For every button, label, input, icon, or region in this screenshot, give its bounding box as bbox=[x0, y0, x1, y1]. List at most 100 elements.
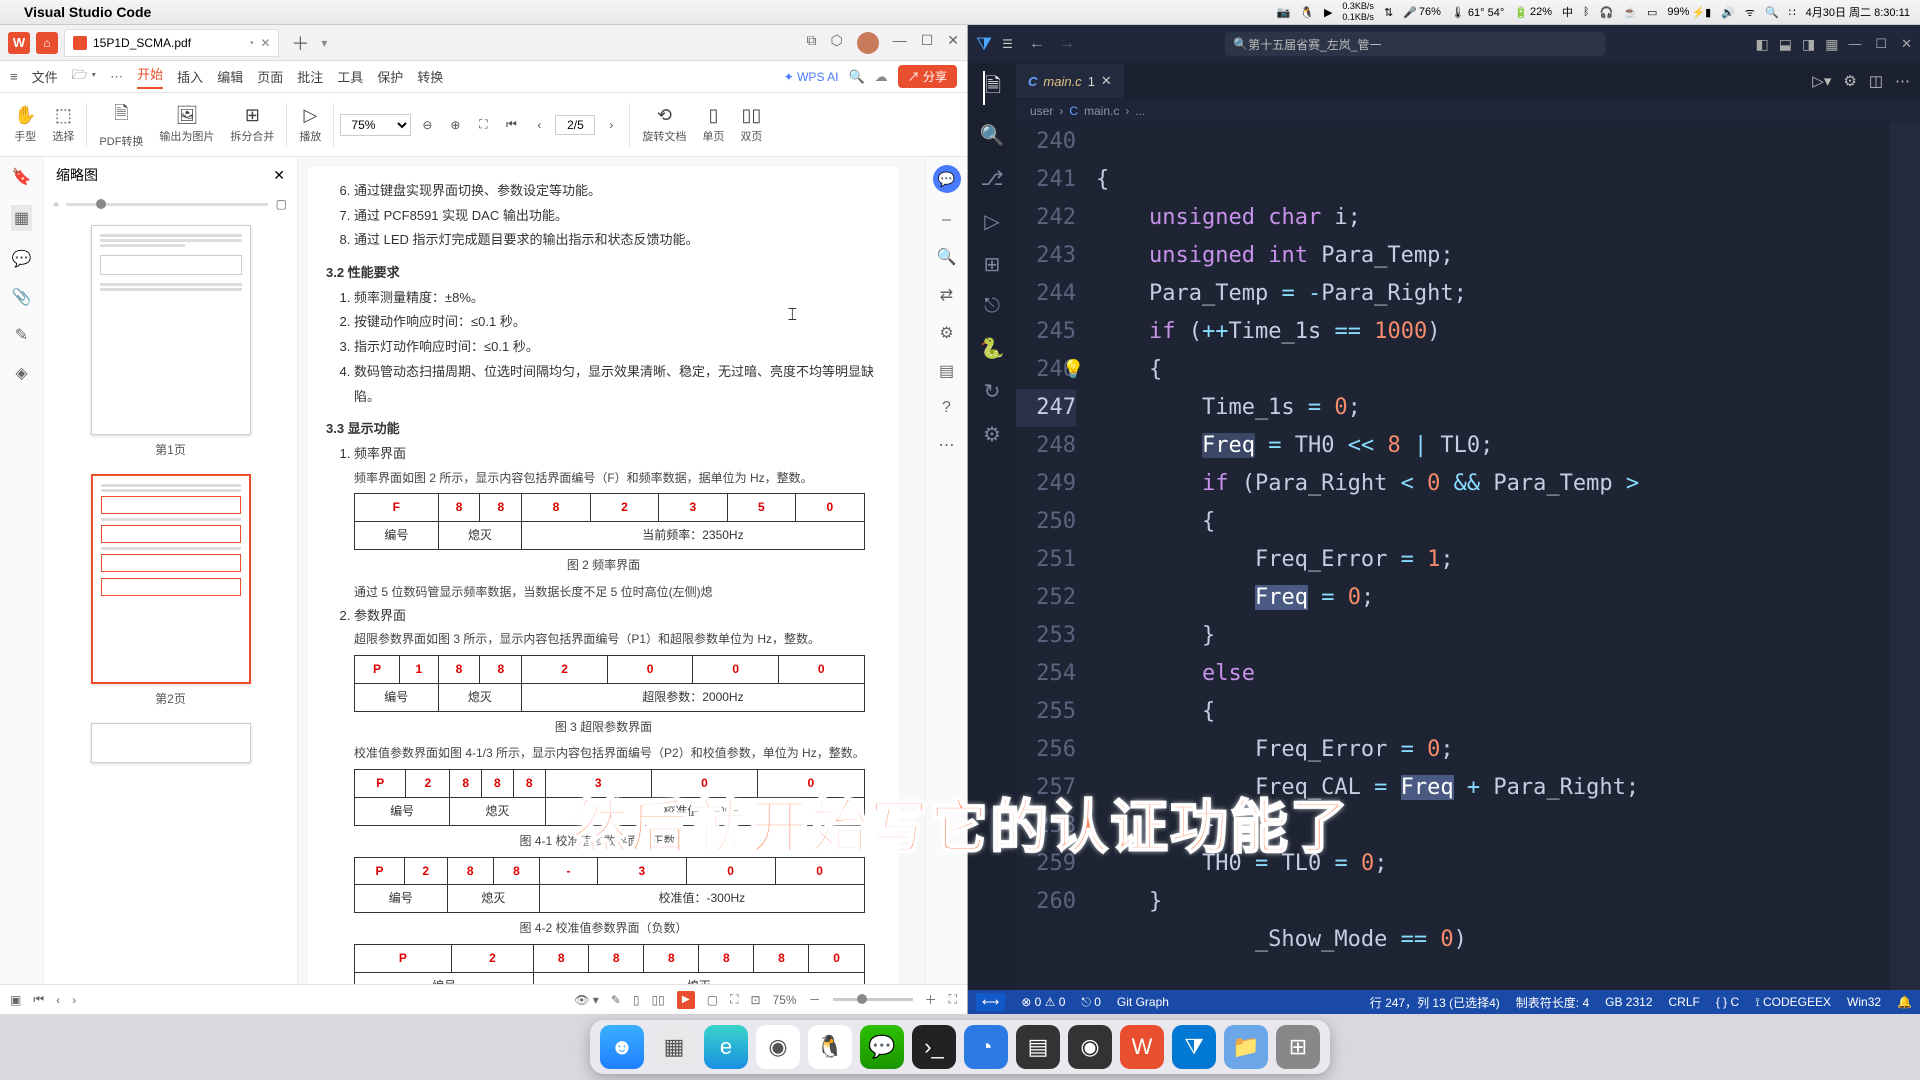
menu-start[interactable]: 开始 bbox=[137, 64, 163, 89]
wps-home-button[interactable]: ⌂ bbox=[36, 32, 58, 54]
editor-tab-main[interactable]: C main.c 1 ✕ bbox=[1016, 64, 1125, 98]
command-center[interactable]: 🔍 第十五届省赛_左岚_管一 bbox=[1225, 32, 1605, 56]
tab-close-button[interactable]: ✕ bbox=[1101, 73, 1112, 89]
zoom-in-button[interactable]: ⊕ bbox=[443, 113, 467, 137]
search-icon[interactable]: 🔍 bbox=[980, 123, 1005, 148]
battery-icon[interactable]: 🔋 22% bbox=[1514, 6, 1552, 19]
encoding-button[interactable]: GB 2312 bbox=[1605, 995, 1652, 1009]
restore-icon[interactable]: ⧉ bbox=[806, 32, 816, 54]
menu-convert[interactable]: 转换 bbox=[417, 67, 443, 86]
folder-icon[interactable]: 🗁 ▾ bbox=[72, 66, 97, 88]
display-icon[interactable]: ▭ bbox=[1647, 6, 1657, 19]
wps-ai-button[interactable]: ✦ WPS AI bbox=[784, 70, 839, 84]
mic-icon[interactable]: 🎤 76% bbox=[1403, 6, 1441, 19]
thumb-small-icon[interactable]: ▫ bbox=[54, 197, 58, 211]
sb-tool1-icon[interactable]: ▢ bbox=[707, 993, 718, 1007]
thumb-size-slider[interactable] bbox=[66, 203, 267, 206]
python-icon[interactable]: 🐍 bbox=[980, 336, 1005, 361]
run-button[interactable]: ▷▾ bbox=[1812, 72, 1831, 90]
tab-pin-icon[interactable]: ◔ bbox=[247, 36, 254, 50]
sb-prev-icon[interactable]: ‹ bbox=[56, 993, 60, 1007]
source-control-icon[interactable]: ⎇ bbox=[980, 166, 1003, 191]
tab-dropdown-icon[interactable]: ▾ bbox=[321, 36, 327, 50]
cloud-icon[interactable]: ☁ bbox=[875, 69, 888, 85]
settings-icon[interactable]: ⚙ bbox=[939, 323, 953, 343]
close-thumbnails-icon[interactable]: ✕ bbox=[273, 167, 285, 184]
pdf-convert[interactable]: 🗎PDF转换 bbox=[93, 101, 149, 149]
attachment-icon[interactable]: 📎 bbox=[12, 287, 32, 307]
dock-launchpad[interactable]: ▦ bbox=[652, 1025, 696, 1069]
sb-view1-icon[interactable]: ▯ bbox=[633, 993, 640, 1007]
camera-icon[interactable]: 📷 bbox=[1277, 6, 1291, 19]
layout-left-icon[interactable]: ◧ bbox=[1755, 36, 1768, 53]
sb-edit-icon[interactable]: ✎ bbox=[611, 993, 621, 1007]
bluetooth-icon[interactable]: ᛒ bbox=[1583, 6, 1590, 18]
ai-chat-button[interactable]: 💬 bbox=[933, 165, 961, 193]
temp-icon[interactable]: 🌡 61° 54° bbox=[1451, 6, 1504, 19]
dock-wps[interactable]: W bbox=[1120, 1025, 1164, 1069]
nav-back-button[interactable]: ← bbox=[1029, 35, 1045, 53]
more-icon[interactable]: ⋯ bbox=[110, 69, 123, 85]
os-label[interactable]: Win32 bbox=[1847, 995, 1881, 1009]
dock-qq[interactable]: 🐧 bbox=[808, 1025, 852, 1069]
split-editor-icon[interactable]: ◫ bbox=[1869, 72, 1883, 90]
dock-chrome[interactable]: ◉ bbox=[756, 1025, 800, 1069]
zoom-out-button[interactable]: ⊖ bbox=[415, 113, 439, 137]
bell-icon[interactable]: 🔔 bbox=[1897, 995, 1912, 1009]
wps-document-tab[interactable]: 15P1D_SCMA.pdf ◔ ✕ bbox=[64, 29, 279, 57]
breadcrumb[interactable]: user › C main.c › ... bbox=[1016, 99, 1920, 123]
sb-panel-icon[interactable]: ▣ bbox=[10, 993, 21, 1007]
play-icon[interactable]: ▶ bbox=[1324, 6, 1332, 19]
cube-icon[interactable]: ⬡ bbox=[830, 32, 842, 54]
select-tool[interactable]: ⬚选择 bbox=[46, 105, 80, 144]
ports-button[interactable]: ⎋ 0 bbox=[1081, 995, 1101, 1010]
teacup-icon[interactable]: ☕ bbox=[1623, 6, 1637, 19]
edit-icon[interactable]: ✎ bbox=[15, 325, 28, 345]
settings-gear-icon[interactable]: ⚙ bbox=[1843, 72, 1856, 90]
layout-grid-icon[interactable]: ▦ bbox=[1825, 36, 1838, 53]
layout-bottom-icon[interactable]: ⬓ bbox=[1779, 36, 1792, 53]
dock-folder[interactable]: 📁 bbox=[1224, 1025, 1268, 1069]
comment-icon[interactable]: 💬 bbox=[12, 249, 32, 269]
first-page-button[interactable]: ⏮ bbox=[499, 113, 523, 137]
lightbulb-icon[interactable]: 💡 bbox=[1062, 351, 1084, 389]
dock-app[interactable]: ⊞ bbox=[1276, 1025, 1320, 1069]
menu-icon[interactable]: ≡ bbox=[10, 69, 18, 84]
rotate-button[interactable]: ⟲旋转文档 bbox=[636, 105, 692, 144]
wifi-icon[interactable]: ᯤ bbox=[1745, 5, 1755, 20]
vscode-logo-icon[interactable]: ⧩ bbox=[976, 34, 992, 55]
menu-review[interactable]: 批注 bbox=[297, 67, 323, 86]
lang-button[interactable]: { } C bbox=[1716, 995, 1739, 1009]
volume-icon[interactable]: 🔊 bbox=[1721, 6, 1735, 19]
document-viewport[interactable]: 通过键盘实现界面切换、参数设定等功能。 通过 PCF8591 实现 DAC 输出… bbox=[298, 157, 925, 984]
layout-right-icon[interactable]: ◨ bbox=[1802, 36, 1815, 53]
debug-icon[interactable]: ▷ bbox=[984, 209, 999, 234]
menu-page[interactable]: 页面 bbox=[257, 67, 283, 86]
find-icon[interactable]: 🔍 bbox=[937, 247, 957, 267]
zoom-out-icon[interactable]: – bbox=[942, 211, 951, 229]
minimize-button[interactable]: — bbox=[893, 32, 907, 54]
prev-page-button[interactable]: ‹ bbox=[527, 113, 551, 137]
single-page-button[interactable]: ▯单页 bbox=[696, 105, 730, 144]
arrows-icon[interactable]: ⇅ bbox=[1384, 6, 1393, 19]
codegeex-button[interactable]: ⟟ CODEGEEX bbox=[1755, 995, 1831, 1010]
menu-tool[interactable]: 工具 bbox=[337, 67, 363, 86]
more-icon[interactable]: ⋯ bbox=[939, 435, 955, 455]
sb-play-button[interactable]: ▶ bbox=[677, 991, 695, 1009]
close-button[interactable]: ✕ bbox=[947, 32, 959, 54]
play-button[interactable]: ▷播放 bbox=[293, 105, 327, 144]
clock[interactable]: 4月30日 周二 8:30:11 bbox=[1806, 4, 1910, 20]
code-area[interactable]: 💡{ unsigned char i; unsigned int Para_Te… bbox=[1088, 123, 1890, 990]
thumb-large-icon[interactable]: ▢ bbox=[276, 197, 287, 211]
win-maximize-button[interactable]: ☐ bbox=[1875, 36, 1887, 52]
dock-edge[interactable]: e bbox=[704, 1025, 748, 1069]
code-editor[interactable]: 2402412422432442452462472482492502512522… bbox=[1016, 123, 1920, 990]
win-close-button[interactable]: ✕ bbox=[1901, 36, 1912, 52]
menu-insert[interactable]: 插入 bbox=[177, 67, 203, 86]
dock-terminal[interactable]: ›_ bbox=[912, 1025, 956, 1069]
sb-zoom-in[interactable]: ＋ bbox=[925, 991, 937, 1008]
wps-logo-icon[interactable]: W bbox=[8, 32, 30, 54]
sb-zoom-out[interactable]: － bbox=[809, 991, 821, 1008]
thumbnail-page-3[interactable] bbox=[54, 723, 287, 763]
dock-wechat[interactable]: 💬 bbox=[860, 1025, 904, 1069]
